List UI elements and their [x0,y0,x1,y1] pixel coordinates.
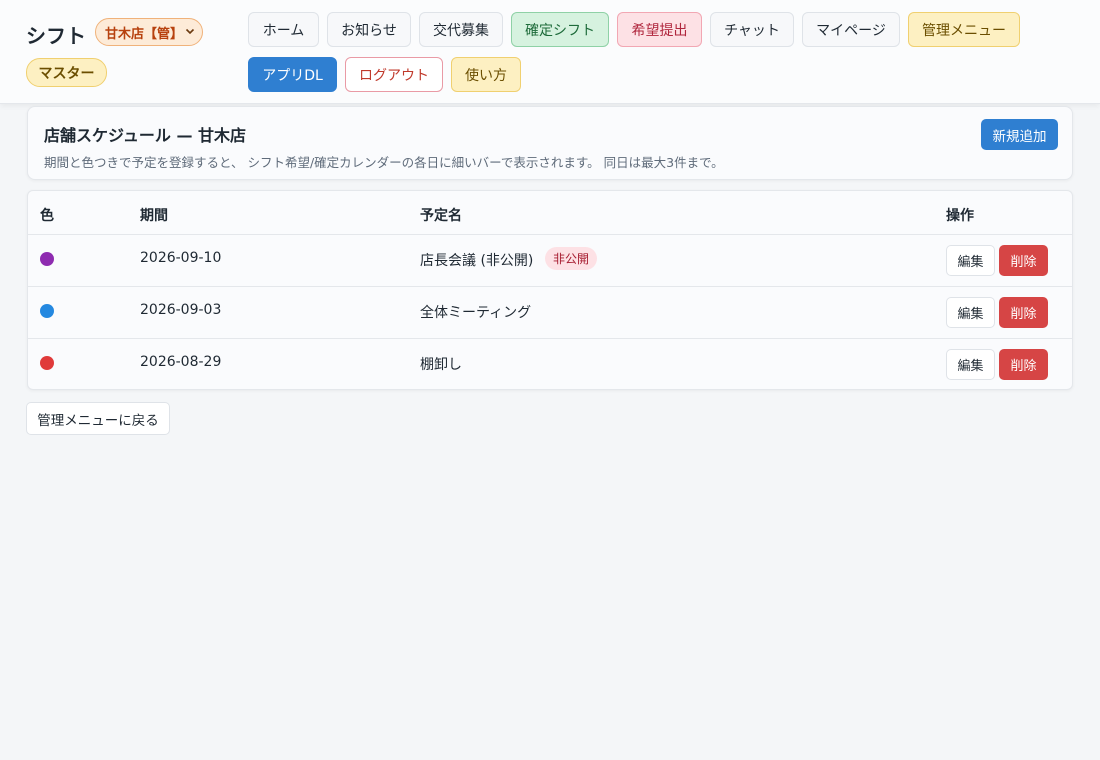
column-header-color: 色 [40,208,54,224]
delete-button[interactable]: 削除 [999,245,1048,276]
name-cell: 全体ミーティング [420,305,532,321]
name-cell: 棚卸し [420,357,462,373]
period-cell: 2026-08-29 [140,354,222,370]
name-cell: 店長会議 (非公開) [420,253,534,269]
color-dot [40,356,54,370]
nav-request-button[interactable]: 希望提出 [617,12,702,47]
nav-news-button[interactable]: お知らせ [327,12,411,47]
nav-admin-menu-button[interactable]: 管理メニュー [908,12,1020,47]
app-title: シフト [26,24,86,48]
delete-button[interactable]: 削除 [999,297,1048,328]
table-row: 2026-09-03 全体ミーティング 編集 削除 [28,287,1072,339]
nav-app-download-button[interactable]: アプリDL [248,57,337,92]
table-row: 2026-08-29 棚卸し 編集 削除 [28,339,1072,391]
nav-home-button[interactable]: ホーム [248,12,319,47]
nav-logout-button[interactable]: ログアウト [345,57,443,92]
column-header-name: 予定名 [420,208,462,224]
store-select[interactable]: 甘木店【管】 [95,18,203,46]
delete-button[interactable]: 削除 [999,349,1048,380]
role-badge: マスター [26,58,107,87]
back-to-admin-button[interactable]: 管理メニューに戻る [26,402,170,435]
schedule-card: 店舗スケジュール — 甘木店 期間と色つきで予定を登録すると、 シフト希望/確定… [27,106,1073,180]
page-title: 店舗スケジュール — 甘木店 [44,126,247,145]
schedule-table: 色 期間 予定名 操作 2026-09-10 店長会議 (非公開) 非公開 編集… [27,190,1073,390]
column-header-actions: 操作 [946,208,974,224]
edit-button[interactable]: 編集 [946,349,995,380]
chevron-down-icon [185,28,195,35]
store-select-value: 甘木店【管】 [105,26,184,42]
nav-howto-button[interactable]: 使い方 [451,57,521,92]
add-new-button[interactable]: 新規追加 [981,119,1058,150]
edit-button[interactable]: 編集 [946,297,995,328]
nav-confirmed-shift-button[interactable]: 確定シフト [511,12,609,47]
nav-chat-button[interactable]: チャット [710,12,794,47]
column-header-period: 期間 [140,208,168,224]
private-badge: 非公開 [545,247,598,270]
nav-swap-button[interactable]: 交代募集 [419,12,503,47]
page-description: 期間と色つきで予定を登録すると、 シフト希望/確定カレンダーの各日に細いバーで表… [44,155,724,170]
color-dot [40,252,54,266]
table-row: 2026-09-10 店長会議 (非公開) 非公開 編集 削除 [28,235,1072,287]
edit-button[interactable]: 編集 [946,245,995,276]
period-cell: 2026-09-10 [140,250,222,266]
top-header: シフト 甘木店【管】 マスター ホーム お知らせ 交代募集 確定シフト 希望提出… [0,0,1100,104]
color-dot [40,304,54,318]
period-cell: 2026-09-03 [140,302,222,318]
nav-mypage-button[interactable]: マイページ [802,12,900,47]
